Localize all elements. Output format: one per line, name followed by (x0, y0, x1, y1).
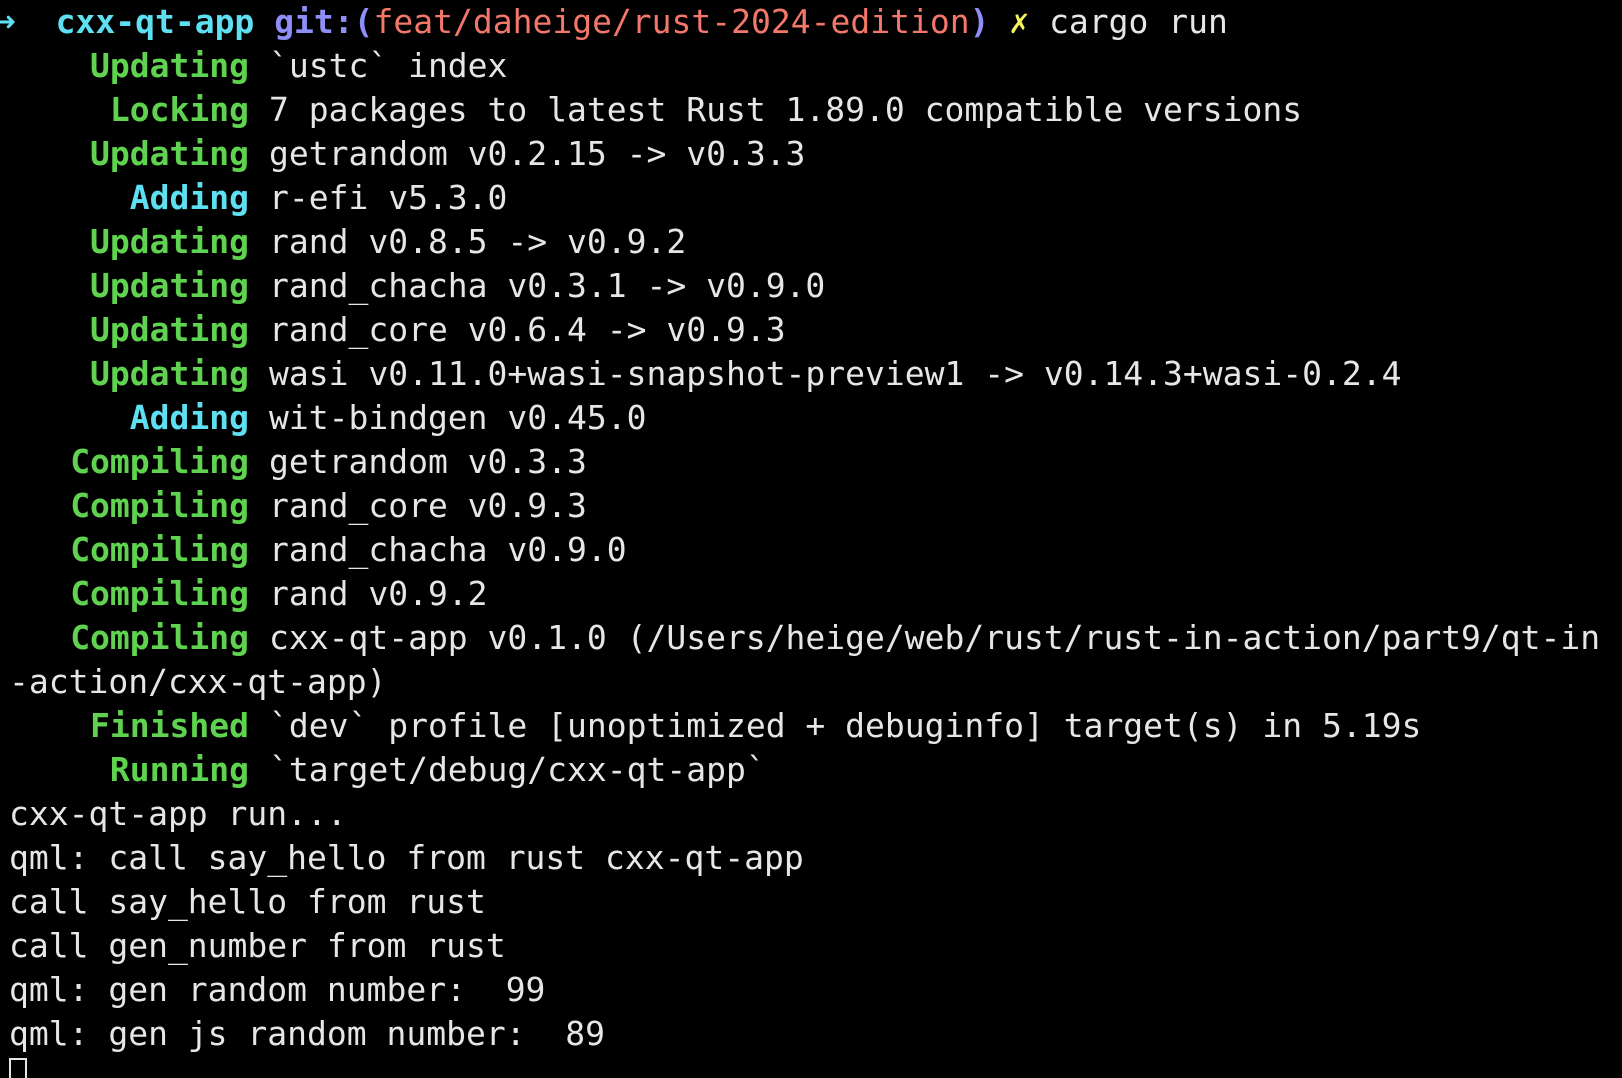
status-text: `target/debug/cxx-qt-app` (269, 750, 766, 789)
git-branch: feat/daheige/rust-2024-edition (373, 2, 970, 41)
status-text: `ustc` index (269, 46, 508, 85)
status-line: Updating rand_core v0.6.4 -> v0.9.3 (0, 308, 1622, 352)
status-label: Updating (90, 222, 249, 261)
status-line: Locking 7 packages to latest Rust 1.89.0 … (0, 88, 1622, 132)
status-text: getrandom v0.3.3 (269, 442, 587, 481)
status-text: 7 packages to latest Rust 1.89.0 compati… (269, 90, 1303, 129)
git-prefix: git:( (274, 2, 374, 41)
status-label: Running (109, 750, 249, 789)
status-line: Updating `ustc` index (0, 44, 1622, 88)
program-output: cxx-qt-app run... qml: call say_hello fro… (0, 792, 1622, 1056)
status-line: Running `target/debug/cxx-qt-app` (0, 748, 1622, 792)
status-text: rand_core v0.9.3 (269, 486, 587, 525)
status-line: Compiling rand_chacha v0.9.0 (0, 528, 1622, 572)
command-text: cargo run (1049, 2, 1228, 41)
status-line: Compiling cxx-qt-app v0.1.0 (/Users/heige… (0, 616, 1622, 660)
status-label: Updating (90, 134, 249, 173)
git-dirty-icon: ✗ (1009, 2, 1030, 41)
prompt-directory: cxx-qt-app (55, 2, 255, 41)
status-line: Finished `dev` profile [unoptimized + deb… (0, 704, 1622, 748)
status-text: wasi v0.11.0+wasi-snapshot-preview1 -> v… (269, 354, 1402, 393)
status-text: rand v0.8.5 -> v0.9.2 (269, 222, 687, 261)
status-label: Compiling (70, 618, 249, 657)
wrapped-line: -action/cxx-qt-app) (0, 660, 1622, 704)
status-line: Compiling rand v0.9.2 (0, 572, 1622, 616)
cargo-output: Updating `ustc` index Locking 7 packages to… (0, 44, 1622, 660)
status-label: Updating (90, 310, 249, 349)
status-line: Compiling rand_core v0.9.3 (0, 484, 1622, 528)
status-line: Updating getrandom v0.2.15 -> v0.3.3 (0, 132, 1622, 176)
status-line: Updating rand_chacha v0.3.1 -> v0.9.0 (0, 264, 1622, 308)
git-suffix: ) (969, 2, 990, 41)
status-label: Compiling (70, 574, 249, 613)
status-line: Adding wit-bindgen v0.45.0 (0, 396, 1622, 440)
status-label: Locking (109, 90, 249, 129)
status-label: Compiling (70, 486, 249, 525)
status-text: getrandom v0.2.15 -> v0.3.3 (269, 134, 806, 173)
status-text: rand_core v0.6.4 -> v0.9.3 (269, 310, 786, 349)
terminal-cursor (9, 1058, 27, 1078)
status-line: Updating rand v0.8.5 -> v0.9.2 (0, 220, 1622, 264)
status-text: r-efi v5.3.0 (269, 178, 508, 217)
prompt-arrow-icon: ➜ (0, 2, 16, 41)
status-label: Adding (129, 178, 249, 217)
wrapped-text: -action/cxx-qt-app) (9, 662, 387, 701)
status-text: rand_chacha v0.9.0 (269, 530, 627, 569)
output-line: call gen_number from rust (9, 926, 506, 965)
status-label: Updating (90, 354, 249, 393)
status-label: Updating (90, 266, 249, 305)
status-text: rand_chacha v0.3.1 -> v0.9.0 (269, 266, 826, 305)
status-label: Compiling (70, 442, 249, 481)
status-text: `dev` profile [unoptimized + debuginfo] … (269, 706, 1422, 745)
output-line: qml: gen random number: 99 (9, 970, 546, 1009)
terminal-window[interactable]: ➜ cxx-qt-app git:(feat/daheige/rust-2024… (0, 0, 1622, 1078)
output-line: qml: call say_hello from rust cxx-qt-app (9, 838, 804, 877)
output-line: qml: gen js random number: 89 (9, 1014, 606, 1053)
output-line: cxx-qt-app run... (9, 794, 347, 833)
status-label: Compiling (70, 530, 249, 569)
status-label: Finished (90, 706, 249, 745)
prompt-line: ➜ cxx-qt-app git:(feat/daheige/rust-2024… (0, 0, 1622, 44)
status-line: Compiling getrandom v0.3.3 (0, 440, 1622, 484)
status-line: Adding r-efi v5.3.0 (0, 176, 1622, 220)
status-line: Updating wasi v0.11.0+wasi-snapshot-previ… (0, 352, 1622, 396)
status-text: wit-bindgen v0.45.0 (269, 398, 647, 437)
cargo-finish-output: Finished `dev` profile [unoptimized + deb… (0, 704, 1622, 792)
status-text: rand v0.9.2 (269, 574, 488, 613)
output-line: call say_hello from rust (9, 882, 486, 921)
status-label: Updating (90, 46, 249, 85)
status-label: Adding (129, 398, 249, 437)
status-text: cxx-qt-app v0.1.0 (/Users/heige/web/rust… (269, 618, 1601, 657)
